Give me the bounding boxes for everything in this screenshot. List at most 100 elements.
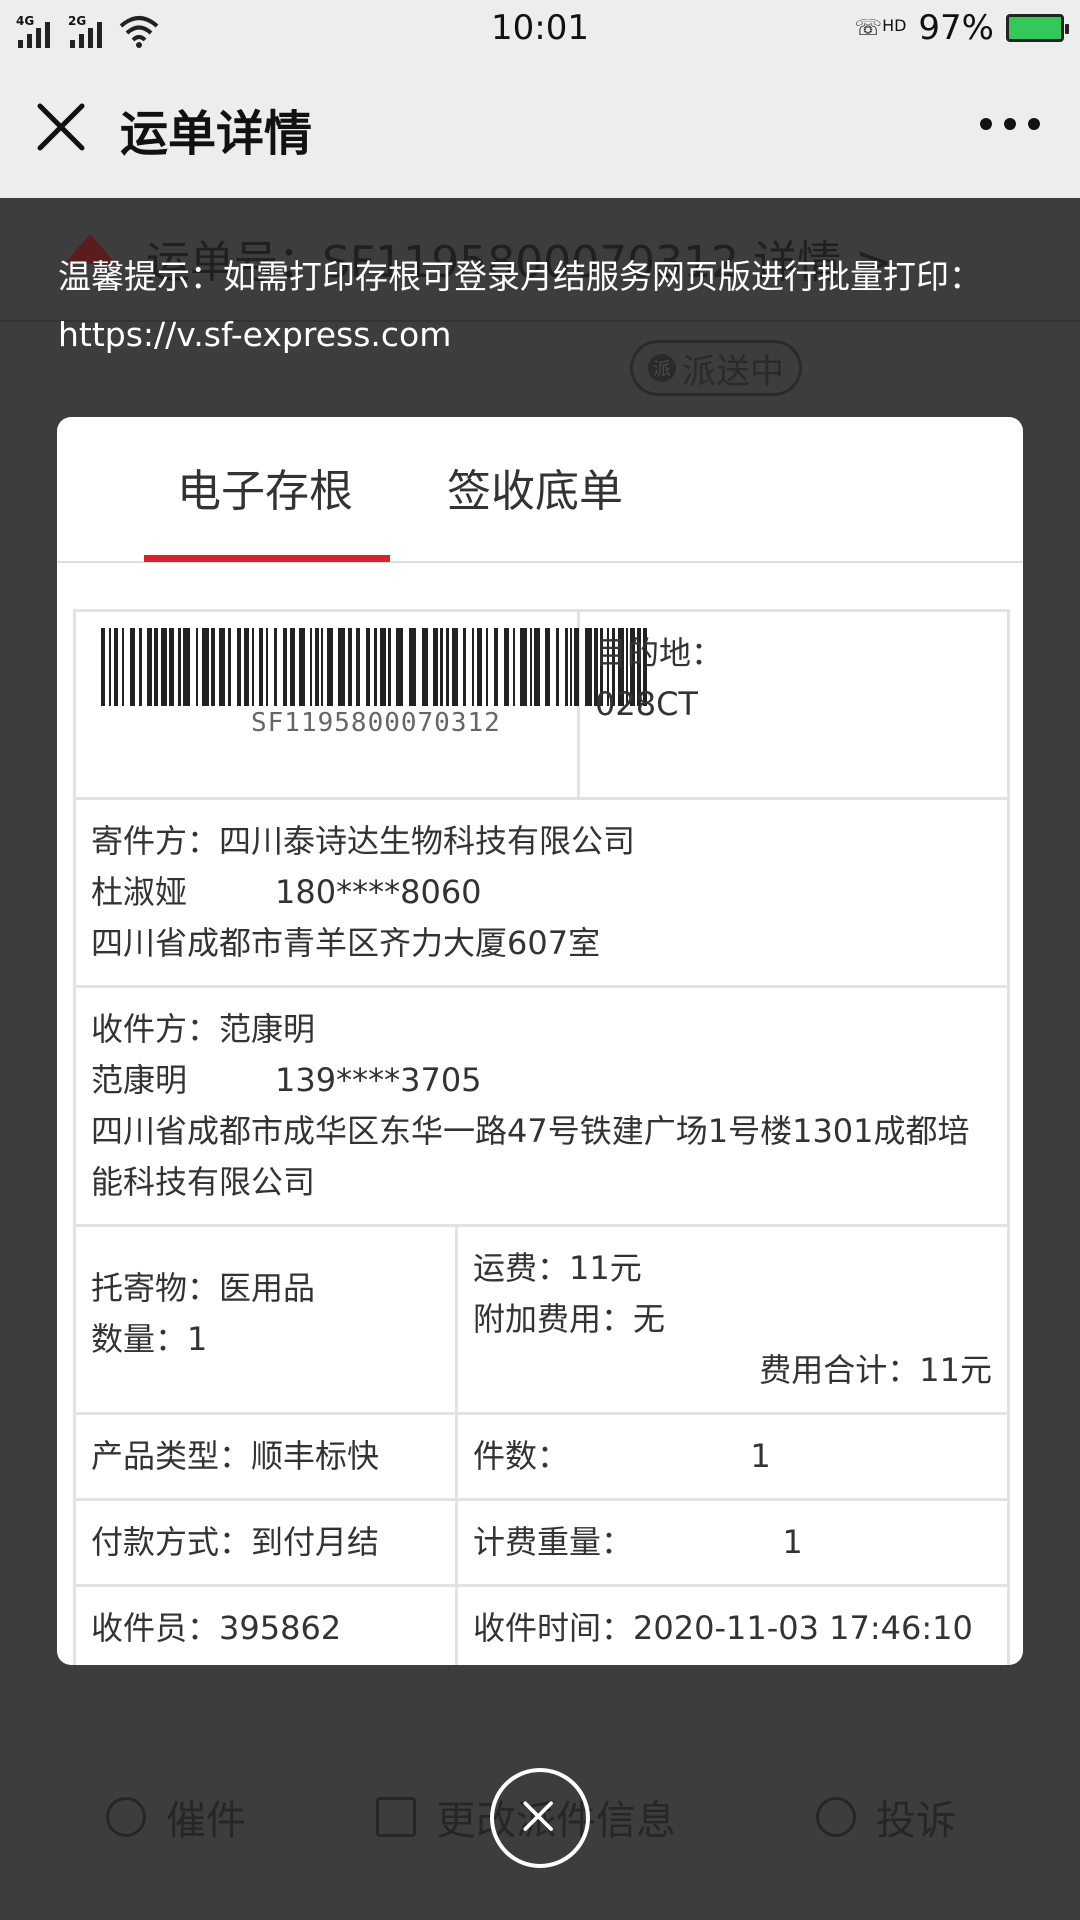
courier-cell: 收件员：395862: [73, 1584, 458, 1665]
nav-bar: 运单详情: [0, 58, 1080, 198]
timer-icon: [106, 1797, 146, 1837]
barcode-bar: [338, 628, 345, 706]
sender-cell: 寄件方：四川泰诗达生物科技有限公司 杜淑娅 180****8060 四川省成都市青…: [73, 797, 1010, 988]
barcode-bar: [565, 628, 568, 706]
close-icon[interactable]: [34, 100, 88, 154]
battery-icon: [1006, 14, 1069, 42]
hd-badge: HD: [882, 15, 907, 35]
waybill-table: SF1195800070312 目的地： 028CT 寄件方：四川泰诗达生物科技…: [73, 609, 1010, 1665]
barcode-bar: [520, 628, 527, 706]
sender-company: 寄件方：四川泰诗达生物科技有限公司: [91, 822, 636, 860]
tab-bar: 电子存根 签收底单: [57, 417, 1023, 563]
complain-label: 投诉: [876, 1798, 956, 1844]
barcode-bar: [556, 628, 559, 706]
barcode-bar: [122, 628, 124, 706]
barcode-bar: [545, 628, 550, 706]
barcode-bar: [202, 628, 209, 706]
destination-label: 目的地：: [595, 634, 724, 672]
close-circle-icon[interactable]: [490, 1768, 590, 1868]
status-bar: 4G 2G 10:01 ☏HD 97%: [0, 0, 1080, 58]
barcode-bar: [147, 628, 152, 706]
stub-modal: 电子存根 签收底单 SF1195800070312 目的地： 028CT 寄件方…: [57, 417, 1023, 1665]
barcode-bar: [196, 628, 198, 706]
destination-cell: 目的地： 028CT: [577, 609, 1010, 800]
barcode-bar: [252, 628, 254, 706]
urge-action: 催件: [106, 1788, 246, 1846]
tab-electronic-stub[interactable]: 电子存根: [177, 455, 353, 519]
barcode-bar: [433, 628, 438, 706]
receiver-name: 范康明: [91, 1061, 188, 1099]
barcode-bar: [327, 628, 333, 706]
goods-item: 托寄物：医用品: [91, 1269, 316, 1307]
barcode-bar: [315, 628, 319, 706]
barcode-bar: [494, 628, 498, 706]
barcode-bar: [574, 628, 579, 706]
barcode-bar: [463, 628, 466, 706]
barcode-bar: [534, 628, 540, 706]
barcode-bar: [169, 628, 174, 706]
barcode-bar: [440, 628, 443, 706]
barcode-bar: [356, 628, 360, 706]
barcode-bar: [130, 628, 135, 706]
barcode-bar: [452, 628, 458, 706]
receiver-cell: 收件方：范康明 范康明 139****3705 四川省成都市成华区东华一路47号铁…: [73, 985, 1010, 1227]
pickup-time-cell: 收件时间：2020-11-03 17:46:10: [455, 1584, 1010, 1665]
receiver-title: 收件方：范康明: [91, 1010, 316, 1048]
barcode-bar: [380, 628, 386, 706]
barcode-bar: [228, 628, 231, 706]
barcode-bar: [266, 628, 268, 706]
weight-cell: 计费重量： 1: [455, 1498, 1010, 1587]
barcode-bar: [374, 628, 377, 706]
receiver-address: 四川省成都市成华区东华一路47号铁建广场1号楼1301成都培能科技有限公司: [91, 1112, 970, 1201]
barcode-bar: [472, 628, 474, 706]
barcode-bar: [274, 628, 277, 706]
barcode-bar: [219, 628, 225, 706]
barcode-bar: [161, 628, 167, 706]
sender-address: 四川省成都市青羊区齐力大厦607室: [91, 924, 601, 962]
barcode-bar: [348, 628, 352, 706]
goods-quantity: 数量：1: [91, 1320, 208, 1358]
receiver-phone: 139****3705: [275, 1061, 482, 1099]
phone-hd-icon: ☏HD: [854, 15, 907, 41]
product-type-cell: 产品类型：顺丰标快: [73, 1412, 458, 1501]
barcode-bar: [109, 628, 111, 706]
destination-code: 028CT: [595, 685, 698, 723]
urge-label: 催件: [166, 1798, 246, 1844]
barcode-bar: [259, 628, 263, 706]
print-tip: 温馨提示：如需打印存根可登录月结服务网页版进行批量打印：https://v.sf…: [58, 257, 982, 354]
tab-signed-receipt[interactable]: 签收底单: [447, 455, 623, 519]
active-tab-indicator: [144, 555, 390, 562]
freight-fee: 运费：11元: [473, 1249, 642, 1287]
barcode-bar: [237, 628, 241, 706]
barcode-bar: [211, 628, 215, 706]
barcode-bar: [101, 628, 105, 706]
page-title: 运单详情: [120, 106, 313, 162]
pieces-value: 1: [750, 1437, 771, 1475]
barcode-bar: [366, 628, 370, 706]
barcode-bar: [530, 628, 532, 706]
barcode-bar: [154, 628, 158, 706]
barcode-bar: [486, 628, 488, 706]
barcode-bar: [114, 628, 118, 706]
complain-action: 投诉: [816, 1788, 956, 1846]
sender-phone: 180****8060: [275, 873, 482, 911]
barcode-bar: [310, 628, 312, 706]
barcode-bar: [299, 628, 305, 706]
total-fee: 费用合计：11元: [759, 1351, 992, 1389]
barcode-bar: [570, 628, 572, 706]
fees-cell: 运费：11元 附加费用：无 费用合计：11元: [455, 1224, 1010, 1415]
sender-name: 杜淑娅: [91, 873, 188, 911]
close-x-glyph: [523, 1801, 553, 1831]
status-right: ☏HD 97%: [854, 8, 1069, 48]
barcode-bar: [321, 628, 323, 706]
barcode-bar: [178, 628, 181, 706]
barcode-bar: [409, 628, 416, 706]
barcode-bar: [139, 628, 142, 706]
alert-icon: [816, 1797, 856, 1837]
extra-fee: 附加费用：无: [473, 1300, 666, 1338]
battery-percent: 97%: [918, 8, 994, 48]
pieces-label: 件数：: [473, 1437, 570, 1475]
more-icon[interactable]: [980, 118, 1040, 130]
barcode-bar: [183, 628, 190, 706]
barcode-bar: [422, 628, 428, 706]
